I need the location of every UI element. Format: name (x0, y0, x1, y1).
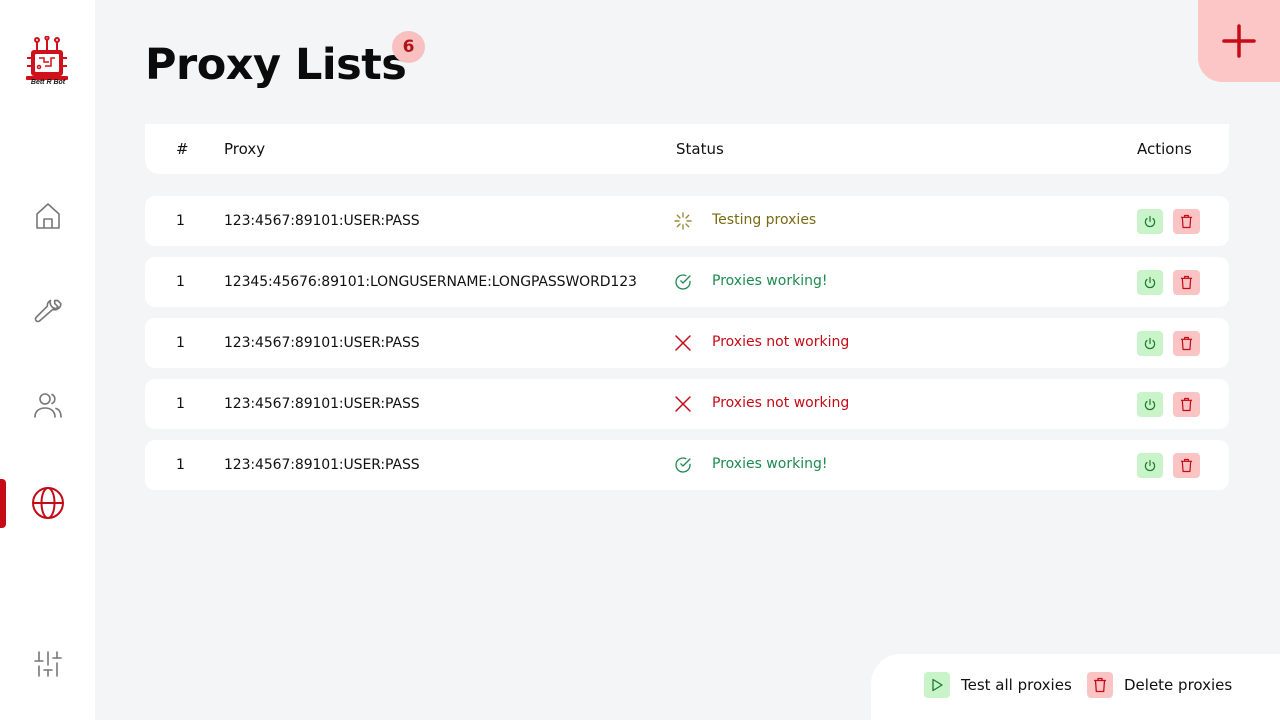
test-proxy-button[interactable] (1137, 392, 1163, 417)
test-proxy-button[interactable] (1137, 331, 1163, 356)
proxy-count-badge: 6 (392, 31, 425, 63)
row-number: 1 (176, 457, 185, 473)
brand-text: Bett R Bot (30, 79, 66, 86)
table-row: 1 123:4567:89101:USER:PASS Proxies working… (145, 440, 1229, 490)
trash-icon (1087, 672, 1113, 698)
page-title: Proxy Lists (145, 40, 407, 90)
status-text: Proxies not working (712, 395, 850, 411)
status-text: Proxies working! (712, 456, 828, 472)
row-number: 1 (176, 213, 185, 229)
table-row: 1 123:4567:89101:USER:PASS Testing proxies (145, 196, 1229, 246)
sidebar: Bett R Bot (0, 0, 95, 720)
globe-icon (31, 487, 64, 519)
check-circle-icon (674, 456, 692, 474)
delete-proxies-button[interactable]: Delete proxies (1087, 672, 1232, 698)
status-text: Testing proxies (712, 212, 817, 228)
test-proxy-button[interactable] (1137, 453, 1163, 478)
table-header: # Proxy Status Actions (145, 124, 1229, 174)
test-proxy-button[interactable] (1137, 209, 1163, 234)
wrench-icon (34, 299, 62, 323)
trash-icon (1180, 275, 1193, 290)
bett-r-bot-logo[interactable]: Bett R Bot (22, 35, 72, 92)
sidebar-item-users[interactable] (0, 380, 95, 430)
table-row: 1 123:4567:89101:USER:PASS Proxies not wor… (145, 379, 1229, 429)
column-header-status: Status (676, 140, 724, 158)
row-number: 1 (176, 335, 185, 351)
bulk-actions-bar: Test all proxies Delete proxies (871, 654, 1280, 720)
proxy-value: 123:4567:89101:USER:PASS (224, 335, 420, 351)
proxy-value: 123:4567:89101:USER:PASS (224, 396, 420, 412)
add-proxy-list-button[interactable] (1198, 0, 1280, 82)
trash-icon (1180, 458, 1193, 473)
delete-proxy-button[interactable] (1173, 453, 1200, 478)
trash-icon (1180, 336, 1193, 351)
sliders-icon (33, 651, 62, 677)
delete-proxy-button[interactable] (1173, 392, 1200, 417)
sidebar-item-settings[interactable] (0, 639, 95, 689)
trash-icon (1180, 397, 1193, 412)
power-icon (1144, 398, 1156, 410)
plus-icon (1222, 24, 1256, 58)
test-proxy-button[interactable] (1137, 270, 1163, 295)
power-icon (1144, 215, 1156, 227)
users-icon (33, 393, 62, 418)
x-icon (674, 334, 692, 352)
sidebar-item-proxies[interactable] (0, 478, 95, 528)
row-number: 1 (176, 274, 185, 290)
table-row: 1 123:4567:89101:USER:PASS Proxies not wor… (145, 318, 1229, 368)
delete-proxies-label: Delete proxies (1124, 676, 1233, 694)
trash-icon (1180, 214, 1193, 229)
proxy-value: 123:4567:89101:USER:PASS (224, 457, 420, 473)
delete-proxy-button[interactable] (1173, 209, 1200, 234)
check-circle-icon (674, 273, 692, 291)
x-icon (674, 395, 692, 413)
delete-proxy-button[interactable] (1173, 270, 1200, 295)
power-icon (1144, 276, 1156, 288)
sidebar-item-home[interactable] (0, 191, 95, 241)
column-header-number: # (176, 140, 189, 158)
column-header-actions: Actions (1137, 140, 1192, 158)
proxy-value: 123:4567:89101:USER:PASS (224, 213, 420, 229)
delete-proxy-button[interactable] (1173, 331, 1200, 356)
test-all-proxies-button[interactable]: Test all proxies (924, 672, 1072, 698)
proxy-value: 12345:45676:89101:LONGUSERNAME:LONGPASSW… (224, 274, 637, 290)
power-icon (1144, 337, 1156, 349)
power-icon (1144, 459, 1156, 471)
status-text: Proxies not working (712, 334, 850, 350)
test-all-proxies-label: Test all proxies (961, 676, 1072, 694)
row-number: 1 (176, 396, 185, 412)
home-icon (35, 203, 60, 229)
table-row: 1 12345:45676:89101:LONGUSERNAME:LONGPASS… (145, 257, 1229, 307)
play-icon (924, 672, 950, 698)
loading-spinner-icon (674, 212, 692, 230)
sidebar-item-tools[interactable] (0, 286, 95, 336)
column-header-proxy: Proxy (224, 140, 266, 158)
status-text: Proxies working! (712, 273, 828, 289)
